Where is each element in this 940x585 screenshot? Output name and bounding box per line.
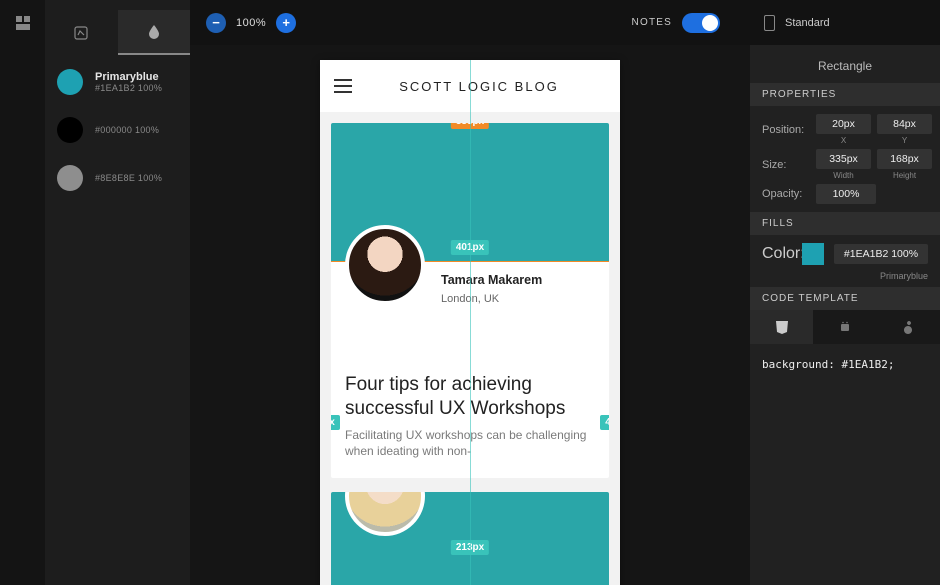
opacity-label: Opacity: — [762, 188, 816, 200]
apple-icon — [902, 320, 914, 334]
device-frame: SCOTT LOGIC BLOG 335px 168px 401px Tamar… — [320, 60, 620, 585]
zoom-level: 100% — [236, 17, 266, 29]
droplet-icon — [148, 25, 160, 39]
post-title: Four tips for achieving successful UX Wo… — [331, 361, 609, 427]
swatch-grey[interactable]: #8E8E8E 100% — [57, 165, 178, 191]
tool-layout[interactable] — [0, 0, 45, 45]
css-icon — [774, 319, 790, 335]
zoom-out-button[interactable]: − — [206, 13, 226, 33]
author-avatar — [345, 225, 425, 305]
width-input[interactable]: 335px — [816, 149, 871, 169]
fill-value[interactable]: #1EA1B2 100% — [834, 244, 928, 264]
tab-colors[interactable] — [118, 10, 191, 55]
swatch-dot — [57, 117, 83, 143]
position-label: Position: — [762, 124, 816, 136]
swatch-value: #8E8E8E 100% — [95, 173, 162, 183]
blog-title: SCOTT LOGIC BLOG — [352, 79, 606, 94]
code-tab-ios[interactable] — [877, 310, 940, 344]
properties-header: PROPERTIES — [750, 83, 940, 106]
tool-strip — [0, 0, 45, 585]
code-header: CODE TEMPLATE — [750, 287, 940, 310]
swatch-name: Primaryblue — [95, 71, 162, 83]
hamburger-icon[interactable] — [334, 79, 352, 93]
author-avatar — [345, 492, 425, 536]
device-select[interactable]: Standard — [785, 17, 830, 29]
zoom-in-button[interactable]: + — [276, 13, 296, 33]
post-card: 213px Rosie Hamilton Newcastle, UK — [331, 492, 609, 585]
fill-color-name: Primaryblue — [750, 271, 940, 281]
swatch-dot — [57, 69, 83, 95]
pos-y-input[interactable]: 84px — [877, 114, 932, 134]
code-tab-android[interactable] — [813, 310, 876, 344]
opacity-input[interactable]: 100% — [816, 184, 876, 204]
code-tab-css[interactable] — [750, 310, 813, 344]
swatch-primaryblue[interactable]: Primaryblue #1EA1B2 100% — [57, 69, 178, 95]
inspector-panel: Standard Rectangle PROPERTIES Position: … — [750, 0, 940, 585]
notes-toggle[interactable] — [682, 13, 720, 33]
measure-center: 213px — [451, 540, 489, 555]
element-type: Rectangle — [750, 45, 940, 83]
post-card: 335px 168px 401px Tamara Makarem London,… — [331, 123, 609, 478]
post-excerpt: Facilitating UX workshops can be challen… — [331, 427, 609, 479]
swatch-value: #1EA1B2 100% — [95, 83, 162, 93]
author-name: Tamara Makarem — [441, 273, 595, 287]
canvas[interactable]: SCOTT LOGIC BLOG 335px 168px 401px Tamar… — [190, 45, 750, 585]
fill-swatch[interactable] — [802, 243, 824, 265]
top-bar: − 100% + NOTES — [190, 0, 750, 45]
measure-center: 401px — [451, 240, 489, 255]
pos-x-input[interactable]: 20px — [816, 114, 871, 134]
tab-annotations[interactable] — [45, 10, 118, 55]
measure-right-pad: 40px — [600, 415, 609, 430]
phone-icon — [764, 15, 775, 31]
swatch-dot — [57, 165, 83, 191]
color-label: Color: — [762, 245, 802, 263]
notes-label: NOTES — [632, 17, 672, 28]
height-input[interactable]: 168px — [877, 149, 932, 169]
swatch-black[interactable]: #000000 100% — [57, 117, 178, 143]
swatch-value: #000000 100% — [95, 125, 159, 135]
hero-rectangle[interactable]: 213px Rosie Hamilton Newcastle, UK — [331, 492, 609, 585]
code-output[interactable]: background: #1EA1B2; — [750, 344, 940, 385]
fills-header: FILLS — [750, 212, 940, 235]
measure-width: 335px — [451, 123, 489, 129]
left-sidebar: Primaryblue #1EA1B2 100% #000000 100% #8… — [45, 0, 190, 585]
author-location: London, UK — [441, 293, 595, 305]
android-icon — [838, 320, 852, 334]
size-label: Size: — [762, 159, 816, 171]
measure-left-pad: 40px — [331, 415, 340, 430]
